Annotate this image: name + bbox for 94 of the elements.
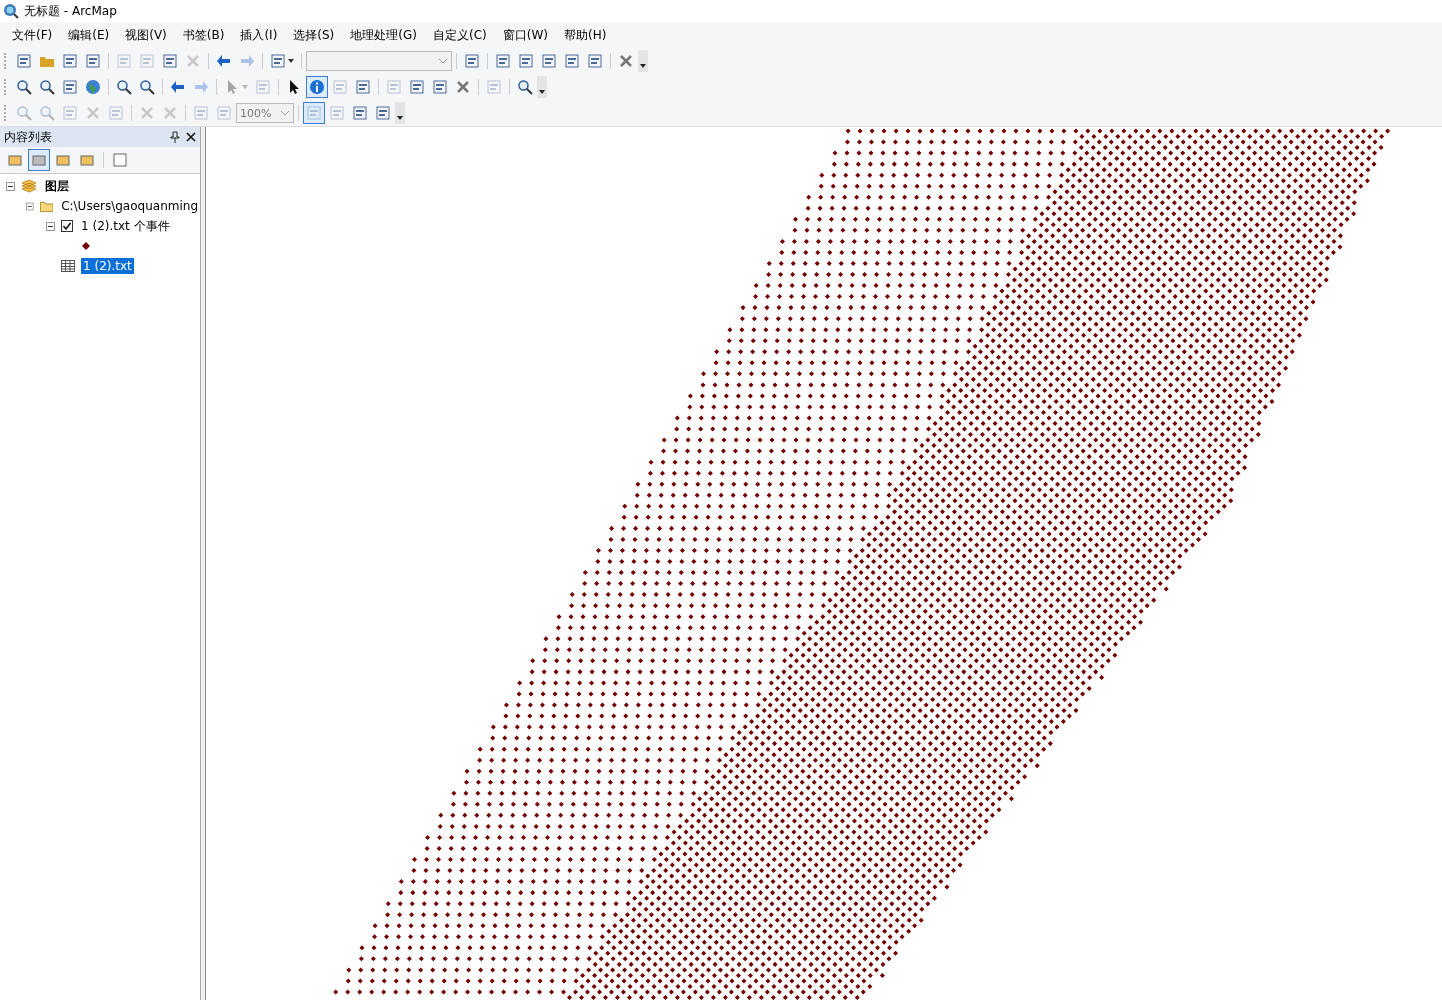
globe-icon xyxy=(85,79,101,95)
window-icon xyxy=(541,53,557,69)
chevron-down-icon xyxy=(280,110,290,116)
magnifier-icon xyxy=(16,105,32,121)
window-icon xyxy=(409,79,425,95)
menu-item[interactable]: 地理处理(G) xyxy=(342,26,425,44)
layer-list-icon xyxy=(79,152,95,168)
pin-icon[interactable] xyxy=(170,131,180,143)
x-icon xyxy=(185,53,201,69)
list-options-icon xyxy=(112,152,128,168)
window-icon xyxy=(85,53,101,69)
menu-item[interactable]: 编辑(E) xyxy=(60,26,118,44)
x-icon xyxy=(139,105,155,121)
panel-title: 内容列表 xyxy=(4,128,53,146)
info-icon xyxy=(309,79,325,95)
window-icon xyxy=(464,53,480,69)
toolbar-options-button[interactable] xyxy=(395,102,405,124)
window-icon xyxy=(162,53,178,69)
tree-item-label[interactable]: 1 (2).txt 个事件 xyxy=(79,216,172,236)
window-icon xyxy=(587,53,603,69)
window-icon xyxy=(355,79,371,95)
window-icon xyxy=(108,105,124,121)
collapse-toggle-icon[interactable] xyxy=(26,201,34,211)
close-icon[interactable] xyxy=(186,132,196,142)
magnifier-icon xyxy=(517,79,533,95)
toolbar-grip[interactable] xyxy=(4,105,9,121)
window-icon xyxy=(255,79,271,95)
window-icon xyxy=(62,79,78,95)
toolbar-grip[interactable] xyxy=(4,53,9,69)
collapse-toggle-icon[interactable] xyxy=(46,221,55,231)
window-icon xyxy=(486,79,502,95)
chevron-down-icon xyxy=(438,58,448,64)
window-icon xyxy=(352,105,368,121)
x-icon xyxy=(618,53,634,69)
menu-item[interactable]: 自定义(C) xyxy=(424,26,495,44)
caret-icon xyxy=(397,116,403,120)
window-icon xyxy=(564,53,580,69)
x-icon xyxy=(162,105,178,121)
folder-icon xyxy=(39,199,54,213)
window-icon xyxy=(329,105,345,121)
layers-icon xyxy=(21,179,37,193)
window-icon xyxy=(518,53,534,69)
arrow-icon xyxy=(170,79,186,95)
layer-list-icon xyxy=(7,152,23,168)
window-icon xyxy=(193,105,209,121)
window-icon xyxy=(139,53,155,69)
window-icon xyxy=(116,53,132,69)
window-icon xyxy=(386,79,402,95)
menu-item[interactable]: 窗口(W) xyxy=(494,26,556,44)
x-icon xyxy=(85,105,101,121)
table-icon xyxy=(61,260,75,272)
window-icon xyxy=(375,105,391,121)
window-icon xyxy=(332,79,348,95)
toolbar-options-button[interactable] xyxy=(537,76,547,98)
collapse-toggle-icon[interactable] xyxy=(6,181,15,191)
toolbar-grip[interactable] xyxy=(4,79,9,95)
menu-item[interactable]: 视图(V) xyxy=(117,26,175,44)
window-icon xyxy=(495,53,511,69)
menu-item[interactable]: 书签(B) xyxy=(174,26,233,44)
menu-item[interactable]: 文件(F) xyxy=(4,26,61,44)
window-icon xyxy=(62,53,78,69)
caret-icon xyxy=(242,85,248,89)
arrow-icon xyxy=(216,53,232,69)
magnifier-icon xyxy=(139,79,155,95)
layer-list-icon xyxy=(31,152,47,168)
checkbox[interactable] xyxy=(61,220,73,232)
window-icon xyxy=(216,105,232,121)
caret-icon xyxy=(640,64,646,68)
window-icon xyxy=(270,53,286,69)
magnifier-icon xyxy=(39,105,55,121)
window-icon xyxy=(16,53,32,69)
window-icon xyxy=(432,79,448,95)
tree-item-label[interactable]: 1 (2).txt xyxy=(81,258,134,274)
menu-item[interactable]: 帮助(H) xyxy=(555,26,615,44)
caret-icon xyxy=(288,59,294,63)
toolbar-options-button[interactable] xyxy=(638,50,648,72)
tree-item-label[interactable]: C:\Users\gaoquanming xyxy=(59,198,200,214)
magnifier-icon xyxy=(116,79,132,95)
window-icon xyxy=(306,105,322,121)
arrow-icon xyxy=(193,79,209,95)
layer-list-icon xyxy=(55,152,71,168)
tree-item-label[interactable]: 图层 xyxy=(43,176,71,196)
arrow-icon xyxy=(239,53,255,69)
x-icon xyxy=(455,79,471,95)
menu-item[interactable]: 插入(I) xyxy=(232,26,286,44)
globe-magnifier-icon xyxy=(3,3,19,19)
caret-icon xyxy=(539,90,545,94)
magnifier-icon xyxy=(16,79,32,95)
list-view-tab[interactable] xyxy=(28,149,50,171)
window-icon xyxy=(62,105,78,121)
magnifier-icon xyxy=(39,79,55,95)
window-title: 无标题 - ArcMap xyxy=(24,2,117,20)
menu-item[interactable]: 选择(S) xyxy=(285,26,343,44)
info-tool-button[interactable] xyxy=(306,76,328,98)
